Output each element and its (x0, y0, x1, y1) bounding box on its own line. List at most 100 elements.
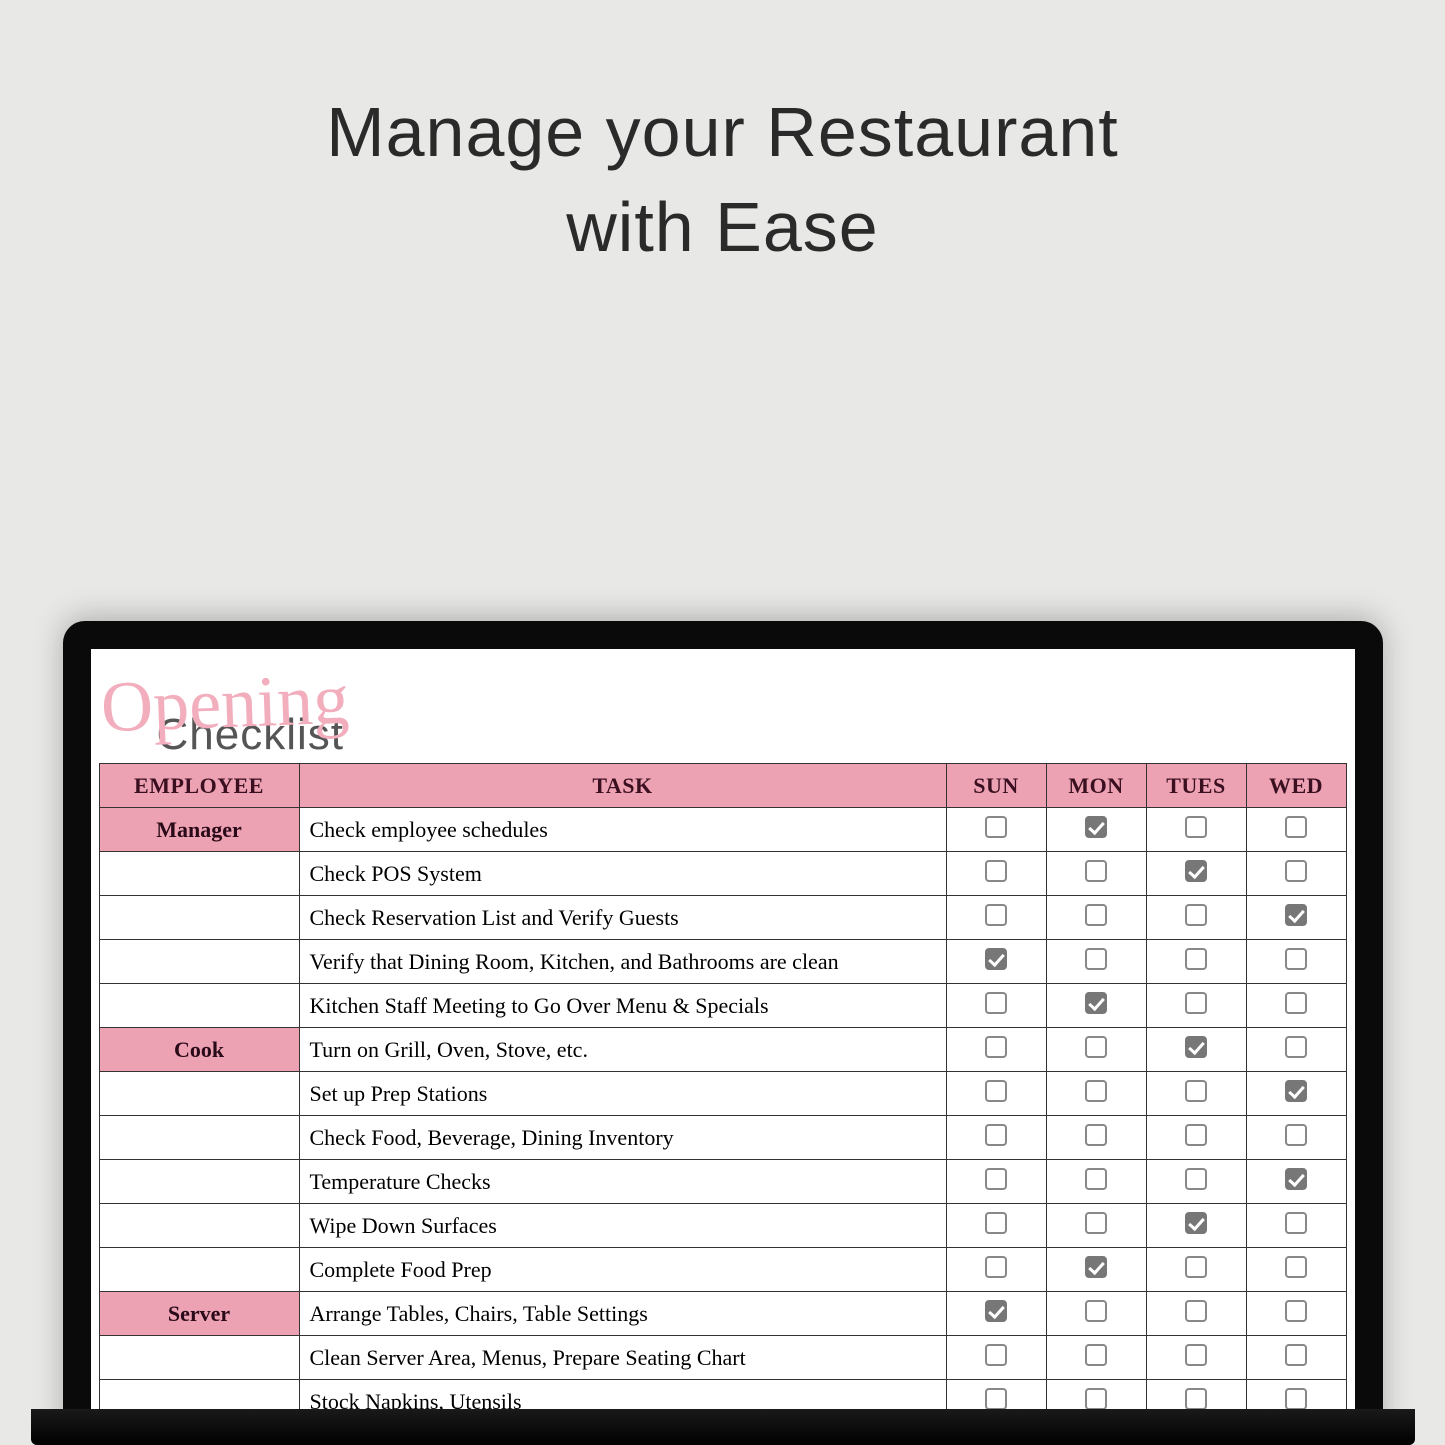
task-cell[interactable]: Wipe Down Surfaces (299, 1204, 946, 1248)
checkbox[interactable] (1085, 1212, 1107, 1234)
checkbox[interactable] (1185, 904, 1207, 926)
day-cell[interactable] (946, 852, 1046, 896)
checkbox[interactable] (1285, 1300, 1307, 1322)
day-cell[interactable] (1146, 1028, 1246, 1072)
checkbox[interactable] (985, 992, 1007, 1014)
checkbox[interactable] (1185, 992, 1207, 1014)
day-cell[interactable] (946, 808, 1046, 852)
checkbox[interactable] (1285, 1036, 1307, 1058)
checkbox[interactable] (1285, 1256, 1307, 1278)
checkbox[interactable] (1185, 1168, 1207, 1190)
task-cell[interactable]: Check Reservation List and Verify Guests (299, 896, 946, 940)
day-cell[interactable] (1146, 1116, 1246, 1160)
employee-cell[interactable] (99, 984, 299, 1028)
checkbox[interactable] (1085, 1300, 1107, 1322)
checkbox[interactable] (1285, 1168, 1307, 1190)
task-cell[interactable]: Set up Prep Stations (299, 1072, 946, 1116)
task-cell[interactable]: Verify that Dining Room, Kitchen, and Ba… (299, 940, 946, 984)
task-cell[interactable]: Complete Food Prep (299, 1248, 946, 1292)
day-cell[interactable] (1246, 852, 1346, 896)
checkbox[interactable] (1185, 1212, 1207, 1234)
day-cell[interactable] (946, 1160, 1046, 1204)
day-cell[interactable] (1246, 896, 1346, 940)
checkbox[interactable] (1285, 1080, 1307, 1102)
employee-cell[interactable]: Manager (99, 808, 299, 852)
checkbox[interactable] (985, 860, 1007, 882)
day-cell[interactable] (1046, 940, 1146, 984)
employee-cell[interactable] (99, 1116, 299, 1160)
day-cell[interactable] (1046, 808, 1146, 852)
checkbox[interactable] (1085, 1036, 1107, 1058)
checkbox[interactable] (1185, 860, 1207, 882)
day-cell[interactable] (1146, 1204, 1246, 1248)
checkbox[interactable] (1085, 948, 1107, 970)
checkbox[interactable] (1185, 1256, 1207, 1278)
checkbox[interactable] (1085, 1344, 1107, 1366)
day-cell[interactable] (1246, 1028, 1346, 1072)
checkbox[interactable] (1185, 816, 1207, 838)
checkbox[interactable] (985, 1388, 1007, 1410)
task-cell[interactable]: Kitchen Staff Meeting to Go Over Menu & … (299, 984, 946, 1028)
checkbox[interactable] (985, 1344, 1007, 1366)
employee-cell[interactable] (99, 852, 299, 896)
day-cell[interactable] (1046, 1336, 1146, 1380)
day-cell[interactable] (946, 984, 1046, 1028)
checkbox[interactable] (1185, 1080, 1207, 1102)
checkbox[interactable] (1085, 1124, 1107, 1146)
day-cell[interactable] (1146, 1336, 1246, 1380)
day-cell[interactable] (946, 1380, 1046, 1410)
checkbox[interactable] (1185, 1388, 1207, 1410)
checkbox[interactable] (985, 816, 1007, 838)
day-cell[interactable] (1246, 1204, 1346, 1248)
task-cell[interactable]: Turn on Grill, Oven, Stove, etc. (299, 1028, 946, 1072)
employee-cell[interactable]: Server (99, 1292, 299, 1336)
employee-cell[interactable] (99, 1380, 299, 1410)
checkbox[interactable] (1285, 816, 1307, 838)
checkbox[interactable] (1285, 948, 1307, 970)
day-cell[interactable] (1246, 1336, 1346, 1380)
employee-cell[interactable] (99, 1248, 299, 1292)
checkbox[interactable] (1085, 1388, 1107, 1410)
checkbox[interactable] (1085, 1168, 1107, 1190)
checkbox[interactable] (1285, 1344, 1307, 1366)
day-cell[interactable] (1146, 1292, 1246, 1336)
day-cell[interactable] (1046, 1116, 1146, 1160)
day-cell[interactable] (1046, 1248, 1146, 1292)
day-cell[interactable] (1146, 1380, 1246, 1410)
day-cell[interactable] (946, 940, 1046, 984)
day-cell[interactable] (1246, 1380, 1346, 1410)
day-cell[interactable] (1246, 1072, 1346, 1116)
day-cell[interactable] (1046, 984, 1146, 1028)
checkbox[interactable] (985, 904, 1007, 926)
checkbox[interactable] (985, 1168, 1007, 1190)
day-cell[interactable] (1046, 1028, 1146, 1072)
checkbox[interactable] (1085, 904, 1107, 926)
employee-cell[interactable] (99, 1204, 299, 1248)
task-cell[interactable]: Check Food, Beverage, Dining Inventory (299, 1116, 946, 1160)
checkbox[interactable] (1185, 1036, 1207, 1058)
day-cell[interactable] (1246, 1160, 1346, 1204)
day-cell[interactable] (1146, 896, 1246, 940)
checkbox[interactable] (1185, 1124, 1207, 1146)
task-cell[interactable]: Check employee schedules (299, 808, 946, 852)
day-cell[interactable] (946, 1072, 1046, 1116)
checkbox[interactable] (1285, 1212, 1307, 1234)
task-cell[interactable]: Temperature Checks (299, 1160, 946, 1204)
checkbox[interactable] (1085, 1256, 1107, 1278)
employee-cell[interactable] (99, 1072, 299, 1116)
day-cell[interactable] (946, 1116, 1046, 1160)
day-cell[interactable] (1246, 984, 1346, 1028)
checkbox[interactable] (1185, 948, 1207, 970)
checkbox[interactable] (1185, 1344, 1207, 1366)
employee-cell[interactable] (99, 1336, 299, 1380)
checkbox[interactable] (1085, 860, 1107, 882)
task-cell[interactable]: Arrange Tables, Chairs, Table Settings (299, 1292, 946, 1336)
day-cell[interactable] (946, 1028, 1046, 1072)
checkbox[interactable] (985, 1256, 1007, 1278)
checkbox[interactable] (1285, 1388, 1307, 1410)
day-cell[interactable] (1246, 808, 1346, 852)
day-cell[interactable] (1046, 1380, 1146, 1410)
checkbox[interactable] (1285, 860, 1307, 882)
day-cell[interactable] (1146, 984, 1246, 1028)
day-cell[interactable] (1046, 1292, 1146, 1336)
